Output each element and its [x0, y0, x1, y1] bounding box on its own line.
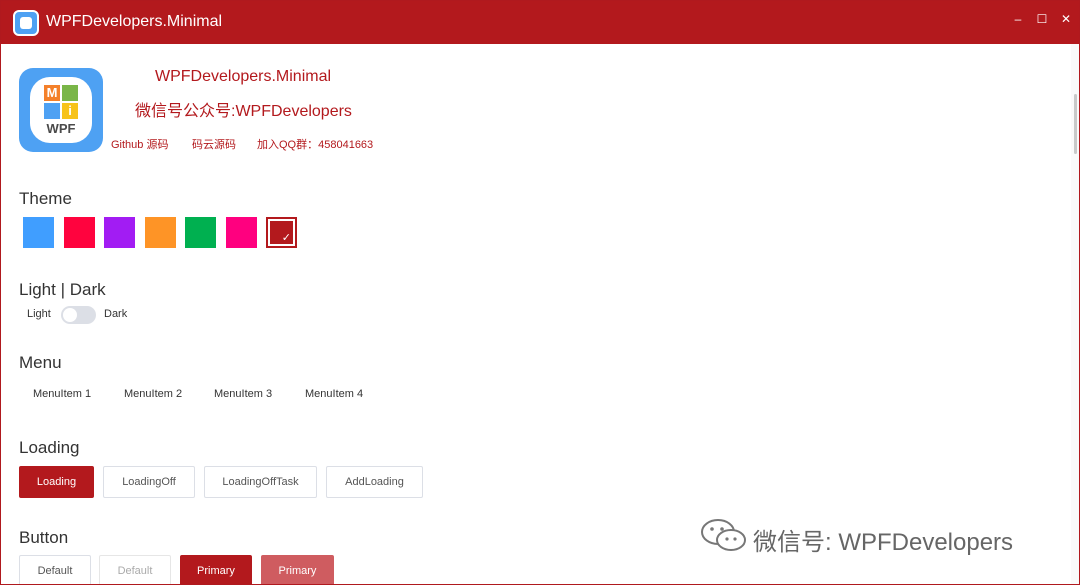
- qq-group-link[interactable]: 加入QQ群：458041663: [257, 136, 373, 152]
- button-heading: Button: [19, 528, 69, 547]
- theme-swatch[interactable]: [23, 217, 54, 248]
- window-title: WPFDevelopers.Minimal: [46, 13, 223, 30]
- primary-button-disabled: Primary: [261, 555, 334, 584]
- theme-mode-toggle[interactable]: [61, 306, 96, 324]
- light-dark-heading: Light | Dark: [19, 280, 106, 299]
- logo-letter-i: i: [62, 103, 78, 119]
- github-link[interactable]: Github 源码: [111, 136, 168, 152]
- toggle-knob: [63, 308, 77, 322]
- theme-swatch[interactable]: [185, 217, 216, 248]
- theme-swatch[interactable]: [226, 217, 257, 248]
- maximize-button[interactable]: ☐: [1031, 9, 1053, 29]
- add-loading-button[interactable]: AddLoading: [326, 466, 423, 498]
- logo-letter-m: M: [44, 85, 60, 101]
- primary-button[interactable]: Primary: [180, 555, 252, 584]
- app-name-heading: WPFDevelopers.Minimal: [155, 68, 332, 85]
- theme-swatch[interactable]: [104, 217, 135, 248]
- title-bar[interactable]: WPFDevelopers.Minimal – ☐ ✕: [1, 1, 1079, 44]
- loading-heading: Loading: [19, 438, 80, 457]
- light-label: Light: [27, 308, 51, 320]
- theme-swatch[interactable]: [64, 217, 95, 248]
- theme-swatch[interactable]: ✓: [266, 217, 297, 248]
- logo-text: WPF: [46, 121, 76, 136]
- menu-heading: Menu: [19, 353, 62, 372]
- minimize-button[interactable]: –: [1007, 9, 1029, 29]
- wechat-icon: [701, 519, 746, 551]
- menu-item-4[interactable]: MenuItem 4: [305, 388, 363, 400]
- theme-swatch[interactable]: [145, 217, 176, 248]
- default-button-disabled: Default: [99, 555, 171, 584]
- menu-item-2[interactable]: MenuItem 2: [124, 388, 182, 400]
- check-icon: ✓: [281, 232, 291, 244]
- dark-label: Dark: [104, 308, 128, 320]
- app-icon: [13, 10, 39, 36]
- menu-item-3[interactable]: MenuItem 3: [214, 388, 272, 400]
- theme-heading: Theme: [19, 189, 72, 208]
- wechat-heading: 微信号公众号:WPFDevelopers: [135, 103, 352, 120]
- main-content: M i WPF WPFDevelopers.Minimal 微信号公众号:WPF…: [1, 44, 1073, 584]
- wpf-logo: M i WPF: [19, 68, 103, 152]
- scroll-thumb[interactable]: [1074, 94, 1077, 154]
- close-button[interactable]: ✕: [1055, 9, 1077, 29]
- loading-off-task-button[interactable]: LoadingOffTask: [204, 466, 317, 498]
- vertical-scrollbar[interactable]: [1071, 44, 1079, 584]
- loading-off-button[interactable]: LoadingOff: [103, 466, 195, 498]
- gitee-link[interactable]: 码云源码: [192, 136, 236, 152]
- watermark-text: 微信号: WPFDevelopers: [753, 529, 1014, 556]
- default-button[interactable]: Default: [19, 555, 91, 584]
- loading-button[interactable]: Loading: [19, 466, 94, 498]
- menu-item-1[interactable]: MenuItem 1: [33, 388, 91, 400]
- app-window: WPFDevelopers.Minimal – ☐ ✕ M i WPF WPFD…: [0, 0, 1080, 585]
